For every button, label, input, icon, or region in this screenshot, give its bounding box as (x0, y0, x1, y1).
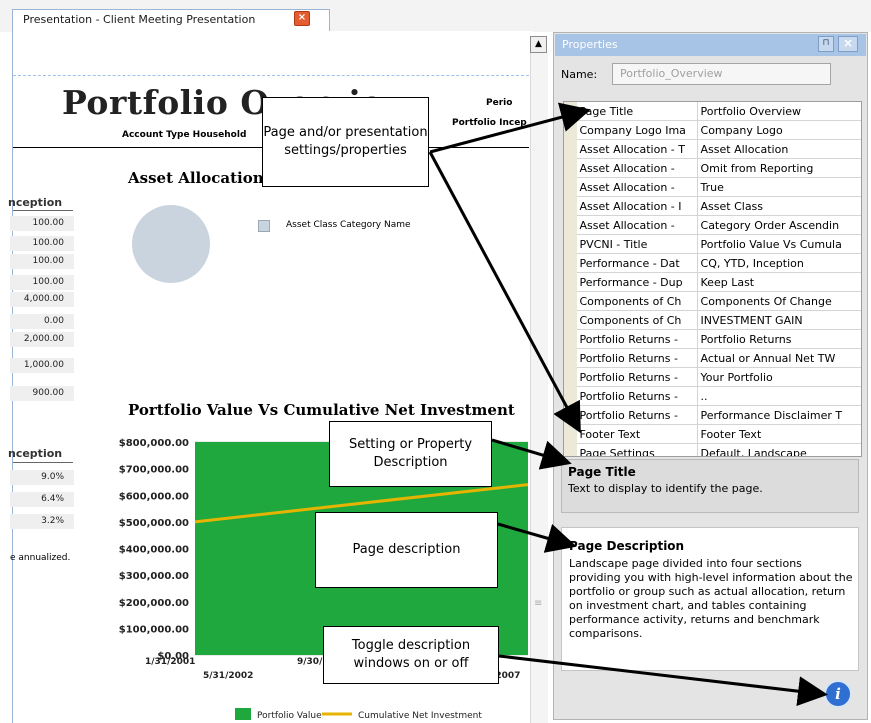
arrow-to-info-button (498, 654, 828, 707)
arrow-to-footer-text (428, 151, 581, 434)
arrow-to-description (491, 438, 572, 470)
arrow-to-page-title (429, 102, 591, 154)
annotation-arrows (428, 102, 828, 707)
arrow-to-page-description (497, 522, 577, 553)
